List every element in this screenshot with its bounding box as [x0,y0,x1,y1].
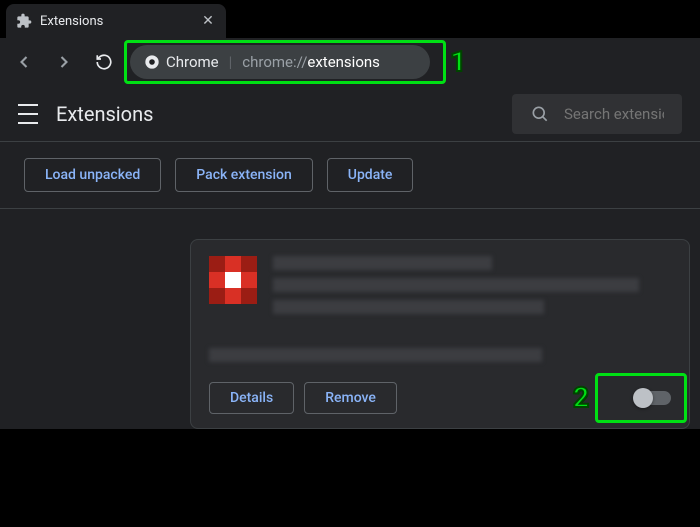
search-input[interactable] [564,105,664,123]
dev-actions-row: Load unpacked Pack extension Update [0,142,700,209]
page-header: Extensions [0,86,700,142]
extension-meta-redacted [273,256,671,314]
chip-separator: | [229,53,233,71]
hamburger-icon[interactable] [18,104,38,124]
reload-button[interactable] [90,48,118,76]
puzzle-icon [16,13,32,29]
update-button[interactable]: Update [327,158,414,192]
extension-permissions-redacted [209,348,671,362]
address-bar[interactable]: Chrome | chrome://extensions [130,45,430,79]
browser-toolbar: Chrome | chrome://extensions 1 [0,38,700,86]
site-chip-label: Chrome [166,53,219,71]
browser-tabstrip: Extensions ✕ [0,0,700,38]
browser-tab-extensions[interactable]: Extensions ✕ [6,4,226,38]
forward-button[interactable] [50,48,78,76]
enable-toggle[interactable] [635,391,671,405]
search-extensions[interactable] [512,94,682,134]
annotation-number-1: 1 [450,45,466,78]
load-unpacked-button[interactable]: Load unpacked [24,158,161,192]
extensions-list: Details Remove 2 [0,209,700,429]
details-button[interactable]: Details [209,382,294,414]
close-icon[interactable]: ✕ [200,13,216,29]
extensions-page: Extensions Load unpacked Pack extension … [0,86,700,429]
page-title: Extensions [56,102,153,126]
annotation-number-2: 2 [573,381,589,414]
extension-card: Details Remove 2 [190,239,690,429]
tab-title: Extensions [40,14,192,29]
remove-button[interactable]: Remove [304,382,397,414]
pack-extension-button[interactable]: Pack extension [175,158,313,192]
site-chip: Chrome [144,53,219,71]
search-icon [530,104,550,124]
chrome-icon [144,54,160,70]
extension-icon [209,256,257,304]
url-text: chrome://extensions [242,53,380,71]
back-button[interactable] [10,48,38,76]
